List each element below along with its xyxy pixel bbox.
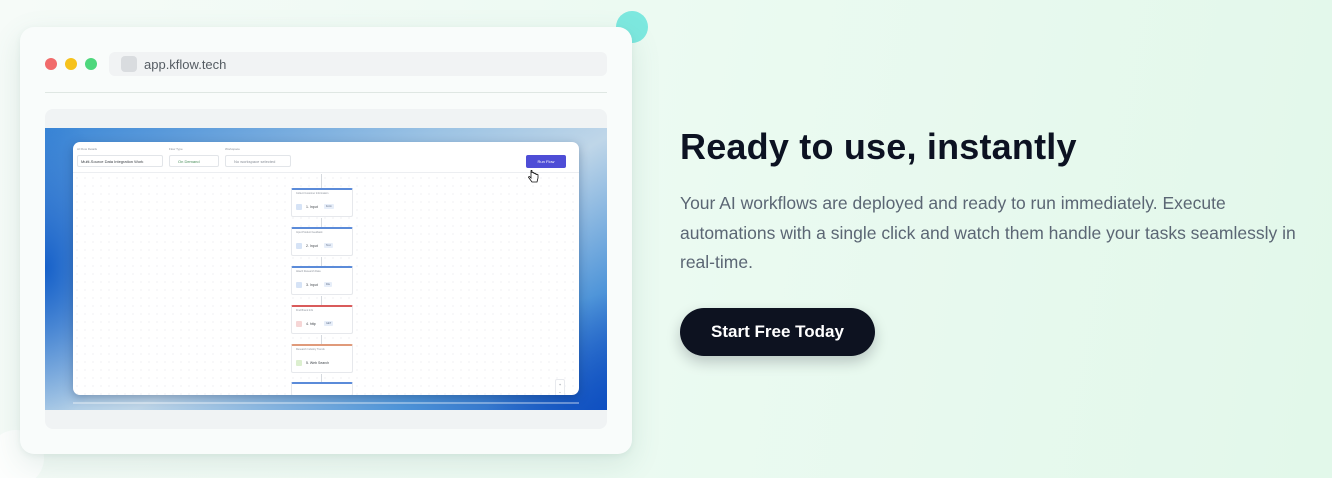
input-node-icon bbox=[296, 243, 302, 249]
node-title: Input Product Feedback bbox=[296, 231, 323, 234]
run-flow-label: Run Flow bbox=[537, 159, 555, 164]
connector-line bbox=[321, 218, 322, 227]
canvas-zoom-controls: + − ✕ ↺ ⛶ bbox=[555, 379, 565, 395]
flow-type-label: Flow Type bbox=[169, 147, 183, 151]
browser-divider bbox=[45, 92, 607, 93]
browser-mockup: app.kflow.tech AI Flow Details Multi-Sou… bbox=[20, 27, 632, 454]
zoom-out-icon: − bbox=[558, 390, 562, 395]
node-title: Collect Customer Information bbox=[296, 192, 329, 195]
flow-node: Input Product Feedback 2. Input Text bbox=[291, 227, 353, 256]
window-close-dot bbox=[45, 58, 57, 70]
taskbar-edge bbox=[73, 402, 579, 404]
flow-node: Research Industry Trends 5. Web Search bbox=[291, 344, 353, 373]
node-label: 1. Input bbox=[306, 205, 318, 209]
favicon-icon bbox=[121, 56, 137, 72]
node-badge: File bbox=[324, 282, 333, 287]
node-label: 2. Input bbox=[306, 244, 318, 248]
flow-node: Attach Research Data 3. Input File bbox=[291, 266, 353, 295]
flow-name-field: Multi-Source Data Integration Work bbox=[77, 155, 163, 167]
connector-line bbox=[321, 174, 322, 188]
desktop-wallpaper: AI Flow Details Multi-Source Data Integr… bbox=[45, 128, 607, 410]
workspace-label: Workspace bbox=[225, 147, 240, 151]
zoom-in-icon: + bbox=[558, 382, 562, 387]
node-title: Research Industry Trends bbox=[296, 348, 325, 351]
node-badge: Text bbox=[324, 243, 333, 248]
flow-node bbox=[291, 382, 353, 395]
start-free-button[interactable]: Start Free Today bbox=[680, 308, 875, 356]
flow-name-label: AI Flow Details bbox=[77, 147, 98, 151]
flow-name-value: Multi-Source Data Integration Work bbox=[81, 159, 144, 164]
input-node-icon bbox=[296, 204, 302, 210]
node-label: 5. Web Search bbox=[306, 361, 330, 365]
flow-editor-header: AI Flow Details Multi-Source Data Integr… bbox=[73, 142, 579, 183]
address-url: app.kflow.tech bbox=[144, 57, 227, 72]
flow-type-value: On Demand bbox=[178, 159, 200, 164]
node-label: 3. Input bbox=[306, 283, 318, 287]
hero-description: Your AI workflows are deployed and ready… bbox=[680, 193, 1296, 272]
flow-editor-window: AI Flow Details Multi-Source Data Integr… bbox=[73, 142, 579, 395]
node-title: Attach Research Data bbox=[296, 270, 321, 273]
http-node-icon bbox=[296, 321, 302, 327]
window-minimize-dot bbox=[65, 58, 77, 70]
web-search-node-icon bbox=[296, 360, 302, 366]
input-node-icon bbox=[296, 282, 302, 288]
connector-line bbox=[321, 374, 322, 382]
workspace-value: No workspace selected bbox=[234, 159, 276, 164]
hero-headline: Ready to use, instantly bbox=[680, 126, 1077, 167]
flow-canvas: Collect Customer Information 1. Input Fo… bbox=[73, 174, 579, 395]
connector-line bbox=[321, 257, 322, 266]
node-badge: Form bbox=[324, 204, 334, 209]
node-label: 4. http bbox=[306, 322, 316, 326]
connector-line bbox=[321, 296, 322, 305]
flow-node: Collect Customer Information 1. Input Fo… bbox=[291, 188, 353, 217]
start-free-label: Start Free Today bbox=[711, 322, 844, 341]
flow-type-select: On Demand bbox=[169, 155, 219, 167]
flow-node: Find Brand Info 4. http GET bbox=[291, 305, 353, 334]
node-title: Find Brand Info bbox=[296, 309, 314, 312]
window-maximize-dot bbox=[85, 58, 97, 70]
app-screenshot: AI Flow Details Multi-Source Data Integr… bbox=[45, 109, 607, 429]
address-bar: app.kflow.tech bbox=[109, 52, 607, 76]
node-badge: GET bbox=[324, 321, 334, 326]
run-flow-button: Run Flow bbox=[526, 155, 566, 168]
connector-line bbox=[321, 335, 322, 344]
workspace-select: No workspace selected bbox=[225, 155, 291, 167]
